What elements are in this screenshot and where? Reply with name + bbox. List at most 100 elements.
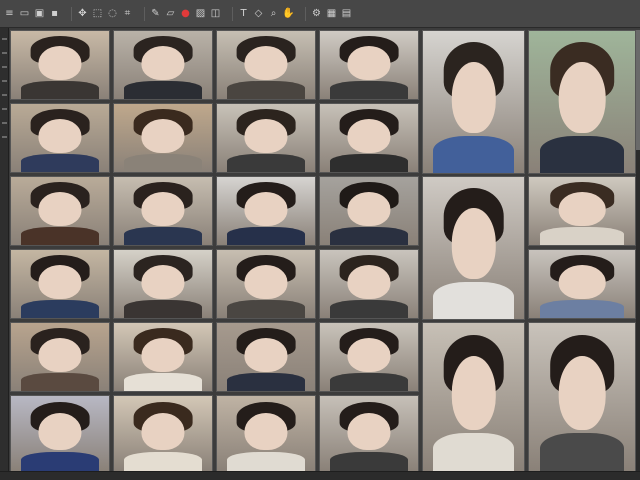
gallery-thumbnail[interactable] bbox=[113, 395, 213, 472]
portrait-face bbox=[347, 337, 391, 372]
gallery-thumbnail[interactable] bbox=[319, 322, 419, 392]
gallery-thumbnail[interactable] bbox=[216, 249, 316, 319]
tool-strip-tick bbox=[1, 108, 7, 110]
gallery-thumbnail[interactable] bbox=[113, 103, 213, 173]
tool-strip-tick bbox=[1, 122, 7, 124]
gallery-thumbnail[interactable] bbox=[216, 395, 316, 472]
gallery-thumbnail[interactable] bbox=[528, 30, 636, 174]
portrait-clothing bbox=[329, 300, 409, 318]
gallery-thumbnail[interactable] bbox=[10, 30, 110, 100]
toolbar-separator bbox=[144, 6, 145, 21]
gallery-thumbnail[interactable] bbox=[528, 322, 636, 472]
open-icon[interactable]: ▣ bbox=[33, 7, 46, 20]
gallery-thumbnail[interactable] bbox=[216, 176, 316, 246]
portrait-clothing bbox=[226, 451, 306, 471]
portrait-face bbox=[244, 191, 288, 226]
gallery-thumbnail[interactable] bbox=[422, 30, 525, 174]
portrait-face bbox=[451, 62, 496, 134]
portrait-face bbox=[558, 62, 606, 134]
gallery-thumbnail[interactable] bbox=[422, 322, 525, 472]
gallery-thumbnail[interactable] bbox=[216, 30, 316, 100]
tool-strip-tick bbox=[1, 52, 7, 54]
gallery-thumbnail[interactable] bbox=[10, 103, 110, 173]
shape-icon[interactable]: ◇ bbox=[252, 7, 265, 20]
portrait-face bbox=[558, 191, 606, 226]
portrait-face bbox=[244, 337, 288, 372]
move-icon[interactable]: ✥ bbox=[76, 7, 89, 20]
eraser-icon[interactable]: ▱ bbox=[164, 7, 177, 20]
toolbar-group: ⚙ ▦ ▤ bbox=[310, 7, 353, 20]
layer-icon[interactable]: ◫ bbox=[209, 7, 222, 20]
portrait-clothing bbox=[123, 373, 203, 391]
gallery-thumbnail[interactable] bbox=[10, 249, 110, 319]
gallery-thumbnail[interactable] bbox=[319, 395, 419, 472]
portrait-face bbox=[244, 412, 288, 450]
portrait-clothing bbox=[433, 432, 514, 471]
record-icon[interactable]: ● bbox=[179, 7, 192, 20]
portrait-clothing bbox=[226, 373, 306, 391]
portrait-face bbox=[347, 412, 391, 450]
crop-icon[interactable]: ⌗ bbox=[121, 7, 134, 20]
gallery-thumbnail[interactable] bbox=[113, 322, 213, 392]
zoom-icon[interactable]: ⌕ bbox=[267, 7, 280, 20]
gallery-thumbnail[interactable] bbox=[216, 103, 316, 173]
grid-icon[interactable]: ▦ bbox=[325, 7, 338, 20]
portrait-face bbox=[38, 337, 82, 372]
portrait-face bbox=[38, 412, 82, 450]
image-icon[interactable]: ▨ bbox=[194, 7, 207, 20]
tool-strip-tick bbox=[1, 38, 7, 40]
panel-icon[interactable]: ▤ bbox=[340, 7, 353, 20]
menu-icon[interactable]: ≡ bbox=[3, 7, 16, 20]
portrait-clothing bbox=[226, 81, 306, 99]
gallery-thumbnail[interactable] bbox=[319, 176, 419, 246]
lasso-icon[interactable]: ◌ bbox=[106, 7, 119, 20]
status-bar bbox=[0, 471, 640, 480]
portrait-face bbox=[141, 412, 185, 450]
left-tool-strip bbox=[0, 28, 9, 480]
scrollbar-thumb[interactable] bbox=[636, 30, 640, 150]
portrait-clothing bbox=[329, 81, 409, 99]
new-file-icon[interactable]: ▭ bbox=[18, 7, 31, 20]
toolbar-group: T ◇ ⌕ ✋ bbox=[237, 7, 295, 20]
brush-icon[interactable]: ✎ bbox=[149, 7, 162, 20]
portrait-face bbox=[38, 191, 82, 226]
select-icon[interactable]: ⬚ bbox=[91, 7, 104, 20]
tool-strip-tick bbox=[1, 80, 7, 82]
gallery-scrollbar[interactable] bbox=[636, 30, 640, 472]
gallery-thumbnail[interactable] bbox=[10, 395, 110, 472]
settings-icon[interactable]: ⚙ bbox=[310, 7, 323, 20]
portrait-clothing bbox=[329, 227, 409, 245]
gallery-thumbnail[interactable] bbox=[319, 249, 419, 319]
portrait-face bbox=[347, 118, 391, 153]
gallery-thumbnail[interactable] bbox=[10, 176, 110, 246]
gallery-thumbnail[interactable] bbox=[113, 30, 213, 100]
gallery-thumbnail[interactable] bbox=[422, 176, 525, 320]
portrait-clothing bbox=[433, 282, 514, 319]
toolbar-group: ✥ ⬚ ◌ ⌗ bbox=[76, 7, 134, 20]
gallery-thumbnail[interactable] bbox=[319, 30, 419, 100]
gallery-thumbnail[interactable] bbox=[528, 249, 636, 319]
gallery-thumbnail[interactable] bbox=[528, 176, 636, 246]
portrait-clothing bbox=[539, 227, 625, 245]
portrait-face bbox=[451, 208, 496, 280]
portrait-clothing bbox=[20, 227, 100, 245]
save-icon[interactable]: ▪ bbox=[48, 7, 61, 20]
portrait-clothing bbox=[226, 300, 306, 318]
portrait-clothing bbox=[329, 154, 409, 172]
portrait-clothing bbox=[123, 451, 203, 471]
gallery-thumbnail[interactable] bbox=[113, 249, 213, 319]
portrait-face bbox=[141, 191, 185, 226]
gallery-thumbnail[interactable] bbox=[319, 103, 419, 173]
portrait-face bbox=[347, 45, 391, 80]
portrait-clothing bbox=[433, 136, 514, 173]
hand-icon[interactable]: ✋ bbox=[282, 7, 295, 20]
gallery-thumbnail[interactable] bbox=[10, 322, 110, 392]
gallery-thumbnail[interactable] bbox=[113, 176, 213, 246]
portrait-clothing bbox=[20, 154, 100, 172]
gallery-thumbnail[interactable] bbox=[216, 322, 316, 392]
toolbar-separator bbox=[71, 6, 72, 21]
toolbar-separator bbox=[232, 6, 233, 21]
text-icon[interactable]: T bbox=[237, 7, 250, 20]
portrait-clothing bbox=[539, 300, 625, 318]
portrait-face bbox=[244, 45, 288, 80]
